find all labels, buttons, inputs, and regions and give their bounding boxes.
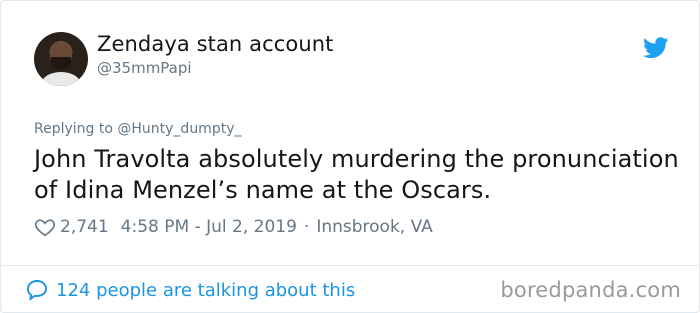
user-handle[interactable]: @35mmPapi: [97, 59, 192, 77]
watermark: boredpanda.com: [500, 278, 681, 302]
tweet-meta: 2,741 4:58 PM - Jul 2, 2019 · Innsbrook,…: [34, 216, 433, 238]
tweet-text: John Travolta absolutely murdering the p…: [34, 145, 679, 204]
avatar-beard: [51, 57, 71, 69]
tweet-location[interactable]: Innsbrook, VA: [316, 217, 432, 237]
tweet-card: Zendaya stan account @35mmPapi Replying …: [0, 0, 700, 313]
talking-link[interactable]: 124 people are talking about this: [25, 278, 355, 302]
speech-bubble-icon: [27, 280, 47, 301]
replying-to[interactable]: Replying to @Hunty_dumpty_: [34, 121, 241, 137]
twitter-bird-icon[interactable]: [643, 37, 669, 59]
meta-separator: ·: [303, 217, 310, 237]
divider: [1, 265, 700, 266]
tweet-timestamp[interactable]: 4:58 PM - Jul 2, 2019: [121, 217, 297, 237]
like-count[interactable]: 2,741: [60, 217, 109, 237]
heart-icon[interactable]: [34, 216, 56, 238]
display-name[interactable]: Zendaya stan account: [97, 32, 333, 56]
talking-label[interactable]: 124 people are talking about this: [56, 280, 355, 301]
avatar-shirt: [42, 72, 80, 86]
avatar[interactable]: [34, 32, 88, 86]
